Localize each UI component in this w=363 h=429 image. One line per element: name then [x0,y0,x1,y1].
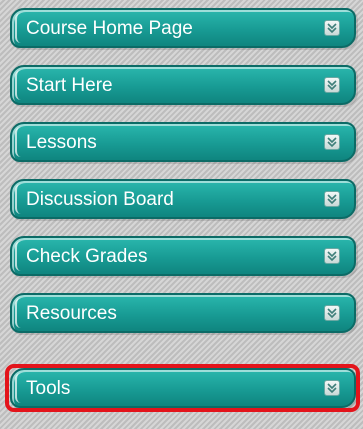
menu-item-course-home-page[interactable]: Course Home Page [10,8,356,48]
menu-item-label: Tools [26,378,71,399]
menu-item-label: Lessons [26,132,97,153]
menu-item-label: Start Here [26,75,113,96]
course-menu: Course Home Page Start Here Lessons Disc… [0,0,363,429]
menu-item-label: Course Home Page [26,18,193,39]
menu-item-discussion-board[interactable]: Discussion Board [10,179,356,219]
chevron-down-icon[interactable] [324,380,340,396]
chevron-down-icon[interactable] [324,248,340,264]
menu-item-lessons[interactable]: Lessons [10,122,356,162]
menu-item-start-here[interactable]: Start Here [10,65,356,105]
chevron-down-icon[interactable] [324,305,340,321]
menu-item-label: Resources [26,303,117,324]
menu-item-tools[interactable]: Tools [10,368,356,408]
chevron-down-icon[interactable] [324,20,340,36]
chevron-down-icon[interactable] [324,134,340,150]
menu-item-check-grades[interactable]: Check Grades [10,236,356,276]
menu-item-label: Discussion Board [26,189,174,210]
chevron-down-icon[interactable] [324,191,340,207]
menu-item-resources[interactable]: Resources [10,293,356,333]
menu-item-label: Check Grades [26,246,148,267]
chevron-down-icon[interactable] [324,77,340,93]
